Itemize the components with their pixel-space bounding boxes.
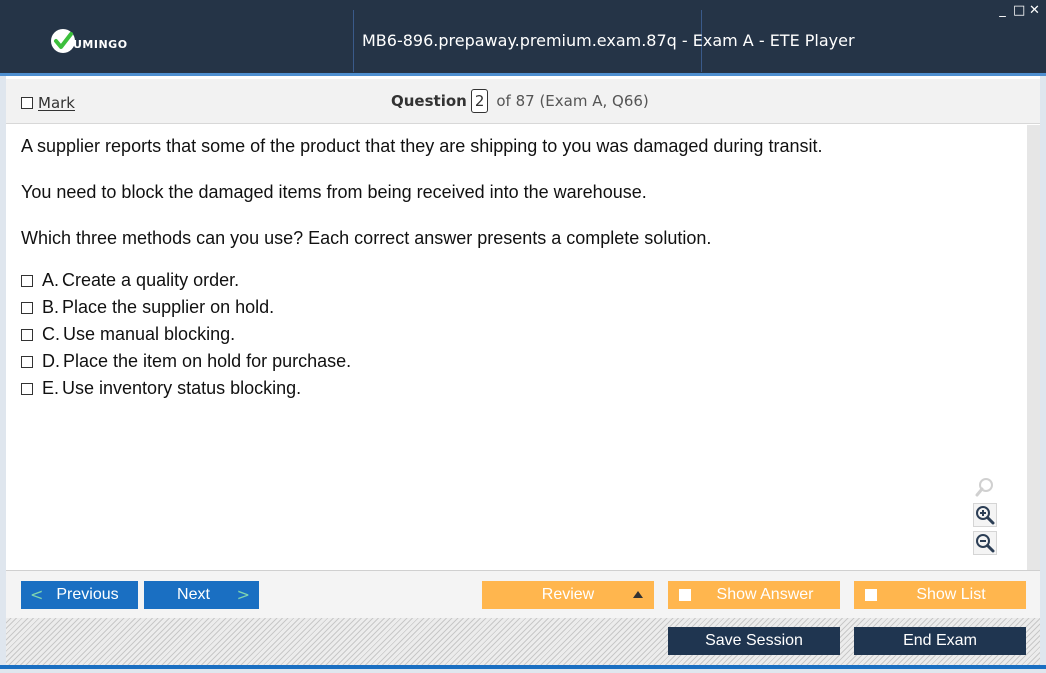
mark-label[interactable]: Mark [38,94,75,112]
answer-letter: E. [42,378,60,398]
window-frame-bottom [0,669,1046,673]
save-session-button[interactable]: Save Session [668,627,840,655]
checkbox-icon[interactable] [865,589,877,601]
answer-letter: A. [42,270,60,290]
show-list-label: Show List [916,586,986,603]
window-controls: _ □ ✕ [997,3,1040,19]
minimize-icon[interactable]: _ [997,3,1008,19]
answer-text: Create a quality order. [62,270,240,290]
question-counter: Question 2 of 87 (Exam A, Q66) [391,89,649,113]
navigation-bar: < Previous Next > Review Show Answer Sho… [6,570,1040,618]
mark-checkbox[interactable]: Mark [21,94,75,112]
next-label: Next [177,586,210,603]
checkbox-icon[interactable] [21,274,33,287]
answer-option-d[interactable]: D. Place the item on hold for purchase. [21,348,351,375]
chevron-left-icon: < [30,585,44,604]
vertical-scrollbar[interactable] [1027,125,1040,570]
search-icon [973,475,997,499]
question-content: A supplier reports that some of the prod… [6,125,1027,570]
answer-text: Use manual blocking. [63,324,236,344]
answer-letter: D. [42,351,60,371]
show-answer-button[interactable]: Show Answer [668,581,840,609]
answer-text: Place the item on hold for purchase. [63,351,352,371]
answer-list: A. Create a quality order. B. Place the … [21,267,351,402]
answer-option-c[interactable]: C. Use manual blocking. [21,321,351,348]
review-label: Review [541,586,595,603]
question-paragraph: A supplier reports that some of the prod… [21,136,823,156]
review-button[interactable]: Review [482,581,654,609]
previous-button[interactable]: < Previous [21,581,138,609]
answer-text: Use inventory status blocking. [62,378,302,398]
logo-text: UMINGO [73,38,128,51]
show-list-button[interactable]: Show List [854,581,1026,609]
chevron-right-icon: > [236,585,250,604]
question-number-input[interactable]: 2 [470,89,489,113]
end-exam-button[interactable]: End Exam [854,627,1026,655]
answer-option-a[interactable]: A. Create a quality order. [21,267,351,294]
checkbox-icon[interactable] [21,328,33,341]
checkbox-icon[interactable] [21,301,33,314]
answer-text: Place the supplier on hold. [62,297,275,317]
show-answer-label: Show Answer [716,586,814,603]
checkbox-icon[interactable] [21,355,33,368]
answer-option-b[interactable]: B. Place the supplier on hold. [21,294,351,321]
zoom-out-icon[interactable] [973,531,997,555]
answer-option-e[interactable]: E. Use inventory status blocking. [21,375,351,402]
window-title: MB6-896.prepaway.premium.exam.87q - Exam… [362,31,855,50]
question-label: Question [391,92,467,110]
zoom-tools [973,475,997,555]
answer-letter: B. [42,297,60,317]
title-bar: UMINGO MB6-896.prepaway.premium.exam.87q… [0,0,1046,76]
title-divider [353,10,354,72]
checkbox-icon[interactable] [21,382,33,395]
question-header: Mark Question 2 of 87 (Exam A, Q66) [6,79,1040,124]
app-logo: UMINGO [50,26,128,54]
close-icon[interactable]: ✕ [1029,3,1040,19]
footer-bar: Save Session End Exam [6,618,1040,665]
zoom-in-icon[interactable] [973,503,997,527]
checkbox-icon[interactable] [679,589,691,601]
triangle-up-icon[interactable] [633,591,643,598]
maximize-icon[interactable]: □ [1013,3,1025,19]
answer-letter: C. [42,324,60,344]
question-paragraph: Which three methods can you use? Each co… [21,228,712,248]
checkbox-icon[interactable] [21,97,33,109]
question-total: of 87 (Exam A, Q66) [496,92,649,110]
window-frame-right [1040,76,1046,665]
next-button[interactable]: Next > [144,581,259,609]
previous-label: Previous [56,586,119,603]
question-paragraph: You need to block the damaged items from… [21,182,647,202]
